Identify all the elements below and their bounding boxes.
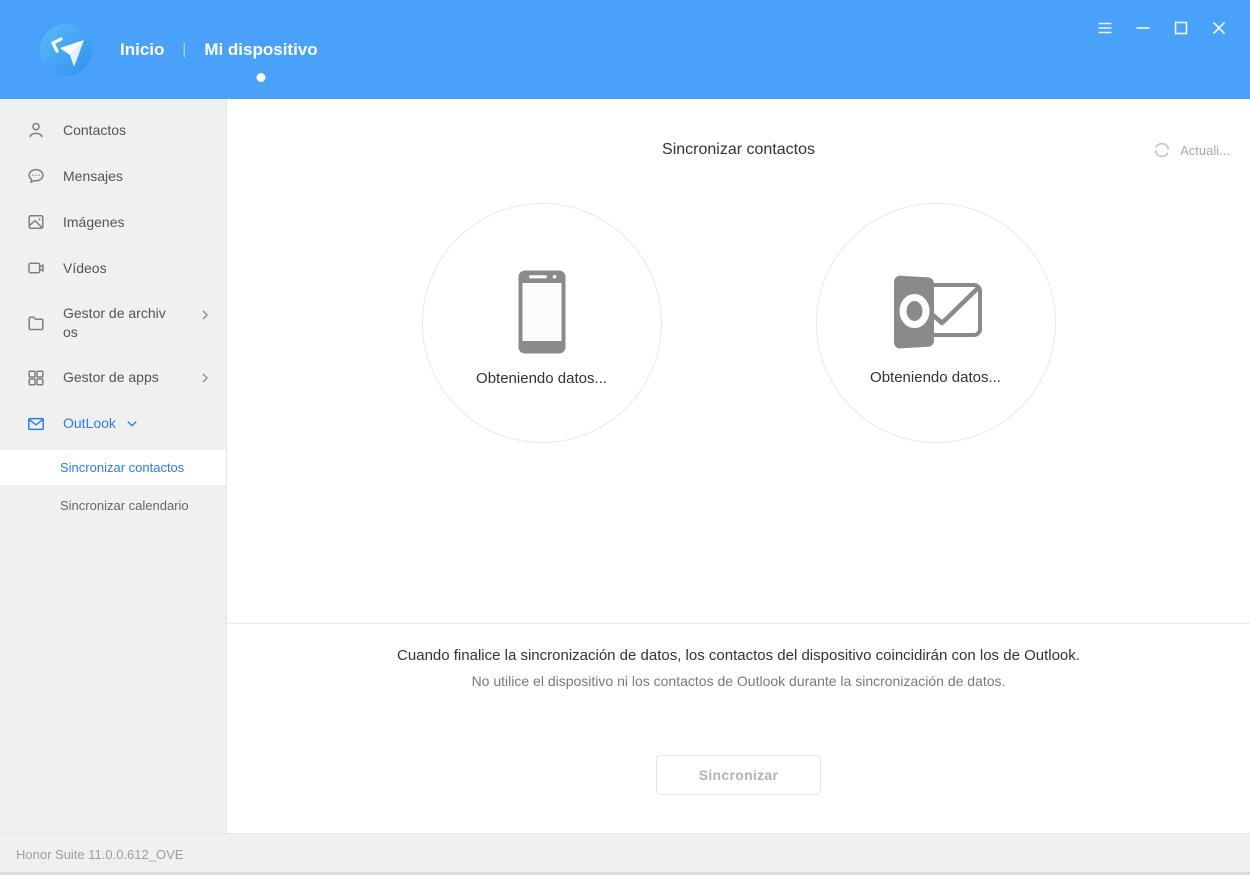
main-nav: Inicio | Mi dispositivo [118,40,320,60]
sidebar: Contactos Mensajes [0,99,227,833]
maximize-button[interactable] [1168,15,1194,41]
app-logo-icon [40,24,92,76]
tab-mi-dispositivo[interactable]: Mi dispositivo [202,40,319,60]
sidebar-item-label: Vídeos [63,259,107,278]
menu-button[interactable] [1092,15,1118,41]
refresh-icon [1151,139,1173,161]
sidebar-item-label: Imágenes [63,213,124,232]
chevron-down-icon [125,417,139,431]
body: Contactos Mensajes [0,99,1250,833]
sidebar-item-label: Gestor de apps [63,368,159,387]
sidebar-item-gestor-archivos[interactable]: Gestor de archivos [0,291,226,355]
tab-mi-dispositivo-label: Mi dispositivo [204,40,317,59]
spacer [227,443,1250,623]
outlook-logo-icon [878,270,994,354]
active-tab-indicator [256,73,265,82]
close-button[interactable] [1206,15,1232,41]
messages-icon [26,166,46,186]
refresh-button[interactable]: Actuali... [1147,135,1234,165]
outlook-mail-icon [26,414,46,434]
main-header: Sincronizar contactos Actuali... [227,99,1250,203]
sync-instructions: Cuando finalice la sincronización de dat… [227,624,1250,689]
page-title: Sincronizar contactos [227,141,1250,159]
sidebar-subitem-sincronizar-calendario[interactable]: Sincronizar calendario [0,488,226,523]
images-icon [26,212,46,232]
sync-status-area: Obteniendo datos... Obteniendo datos... [227,203,1250,443]
minimize-button[interactable] [1130,15,1156,41]
sidebar-item-gestor-apps[interactable]: Gestor de apps [0,355,226,401]
close-icon [1209,18,1229,38]
sidebar-item-imagenes[interactable]: Imágenes [0,199,226,245]
sidebar-item-label: Contactos [63,121,126,140]
sidebar-item-label: OutLook [63,414,116,433]
window-controls [1092,15,1232,41]
chevron-right-icon [198,371,212,385]
title-bar: Inicio | Mi dispositivo [0,0,1250,99]
outlook-sync-status: Obteniendo datos... [870,369,1001,386]
tab-inicio-label: Inicio [120,40,164,59]
instruction-line-1: Cuando finalice la sincronización de dat… [227,647,1250,664]
minimize-icon [1133,18,1153,38]
device-sync-circle: Obteniendo datos... [422,203,662,443]
outlook-sync-circle: Obteniendo datos... [816,203,1056,443]
sidebar-item-mensajes[interactable]: Mensajes [0,153,226,199]
maximize-icon [1171,18,1191,38]
instruction-line-2: No utilice el dispositivo ni los contact… [227,673,1250,689]
sync-button[interactable]: Sincronizar [656,755,822,795]
tab-separator: | [182,41,186,58]
phone-icon [517,269,567,355]
app-window: Inicio | Mi dispositivo [0,0,1250,875]
contacts-icon [26,120,46,140]
videos-icon [26,258,46,278]
sidebar-item-contactos[interactable]: Contactos [0,107,226,153]
sidebar-subitem-label: Sincronizar calendario [60,498,189,513]
sidebar-item-label: Gestor de archivos [63,304,167,342]
refresh-label: Actuali... [1180,143,1230,158]
main-content: Sincronizar contactos Actuali... [227,99,1250,833]
sidebar-item-outlook[interactable]: OutLook [0,401,226,447]
status-bar: Honor Suite 11.0.0.612_OVE [0,833,1250,875]
app-version: Honor Suite 11.0.0.612_OVE [16,847,183,862]
tab-inicio[interactable]: Inicio [118,40,166,60]
sidebar-item-videos[interactable]: Vídeos [0,245,226,291]
chevron-right-icon [198,308,212,322]
sidebar-subitem-label: Sincronizar contactos [60,460,184,475]
sidebar-subitem-sincronizar-contactos[interactable]: Sincronizar contactos [0,450,226,485]
device-sync-status: Obteniendo datos... [476,370,607,387]
file-manager-icon [26,313,46,333]
app-manager-icon [26,368,46,388]
hamburger-icon [1095,18,1115,38]
sidebar-item-label: Mensajes [63,167,123,186]
button-row: Sincronizar [227,755,1250,795]
